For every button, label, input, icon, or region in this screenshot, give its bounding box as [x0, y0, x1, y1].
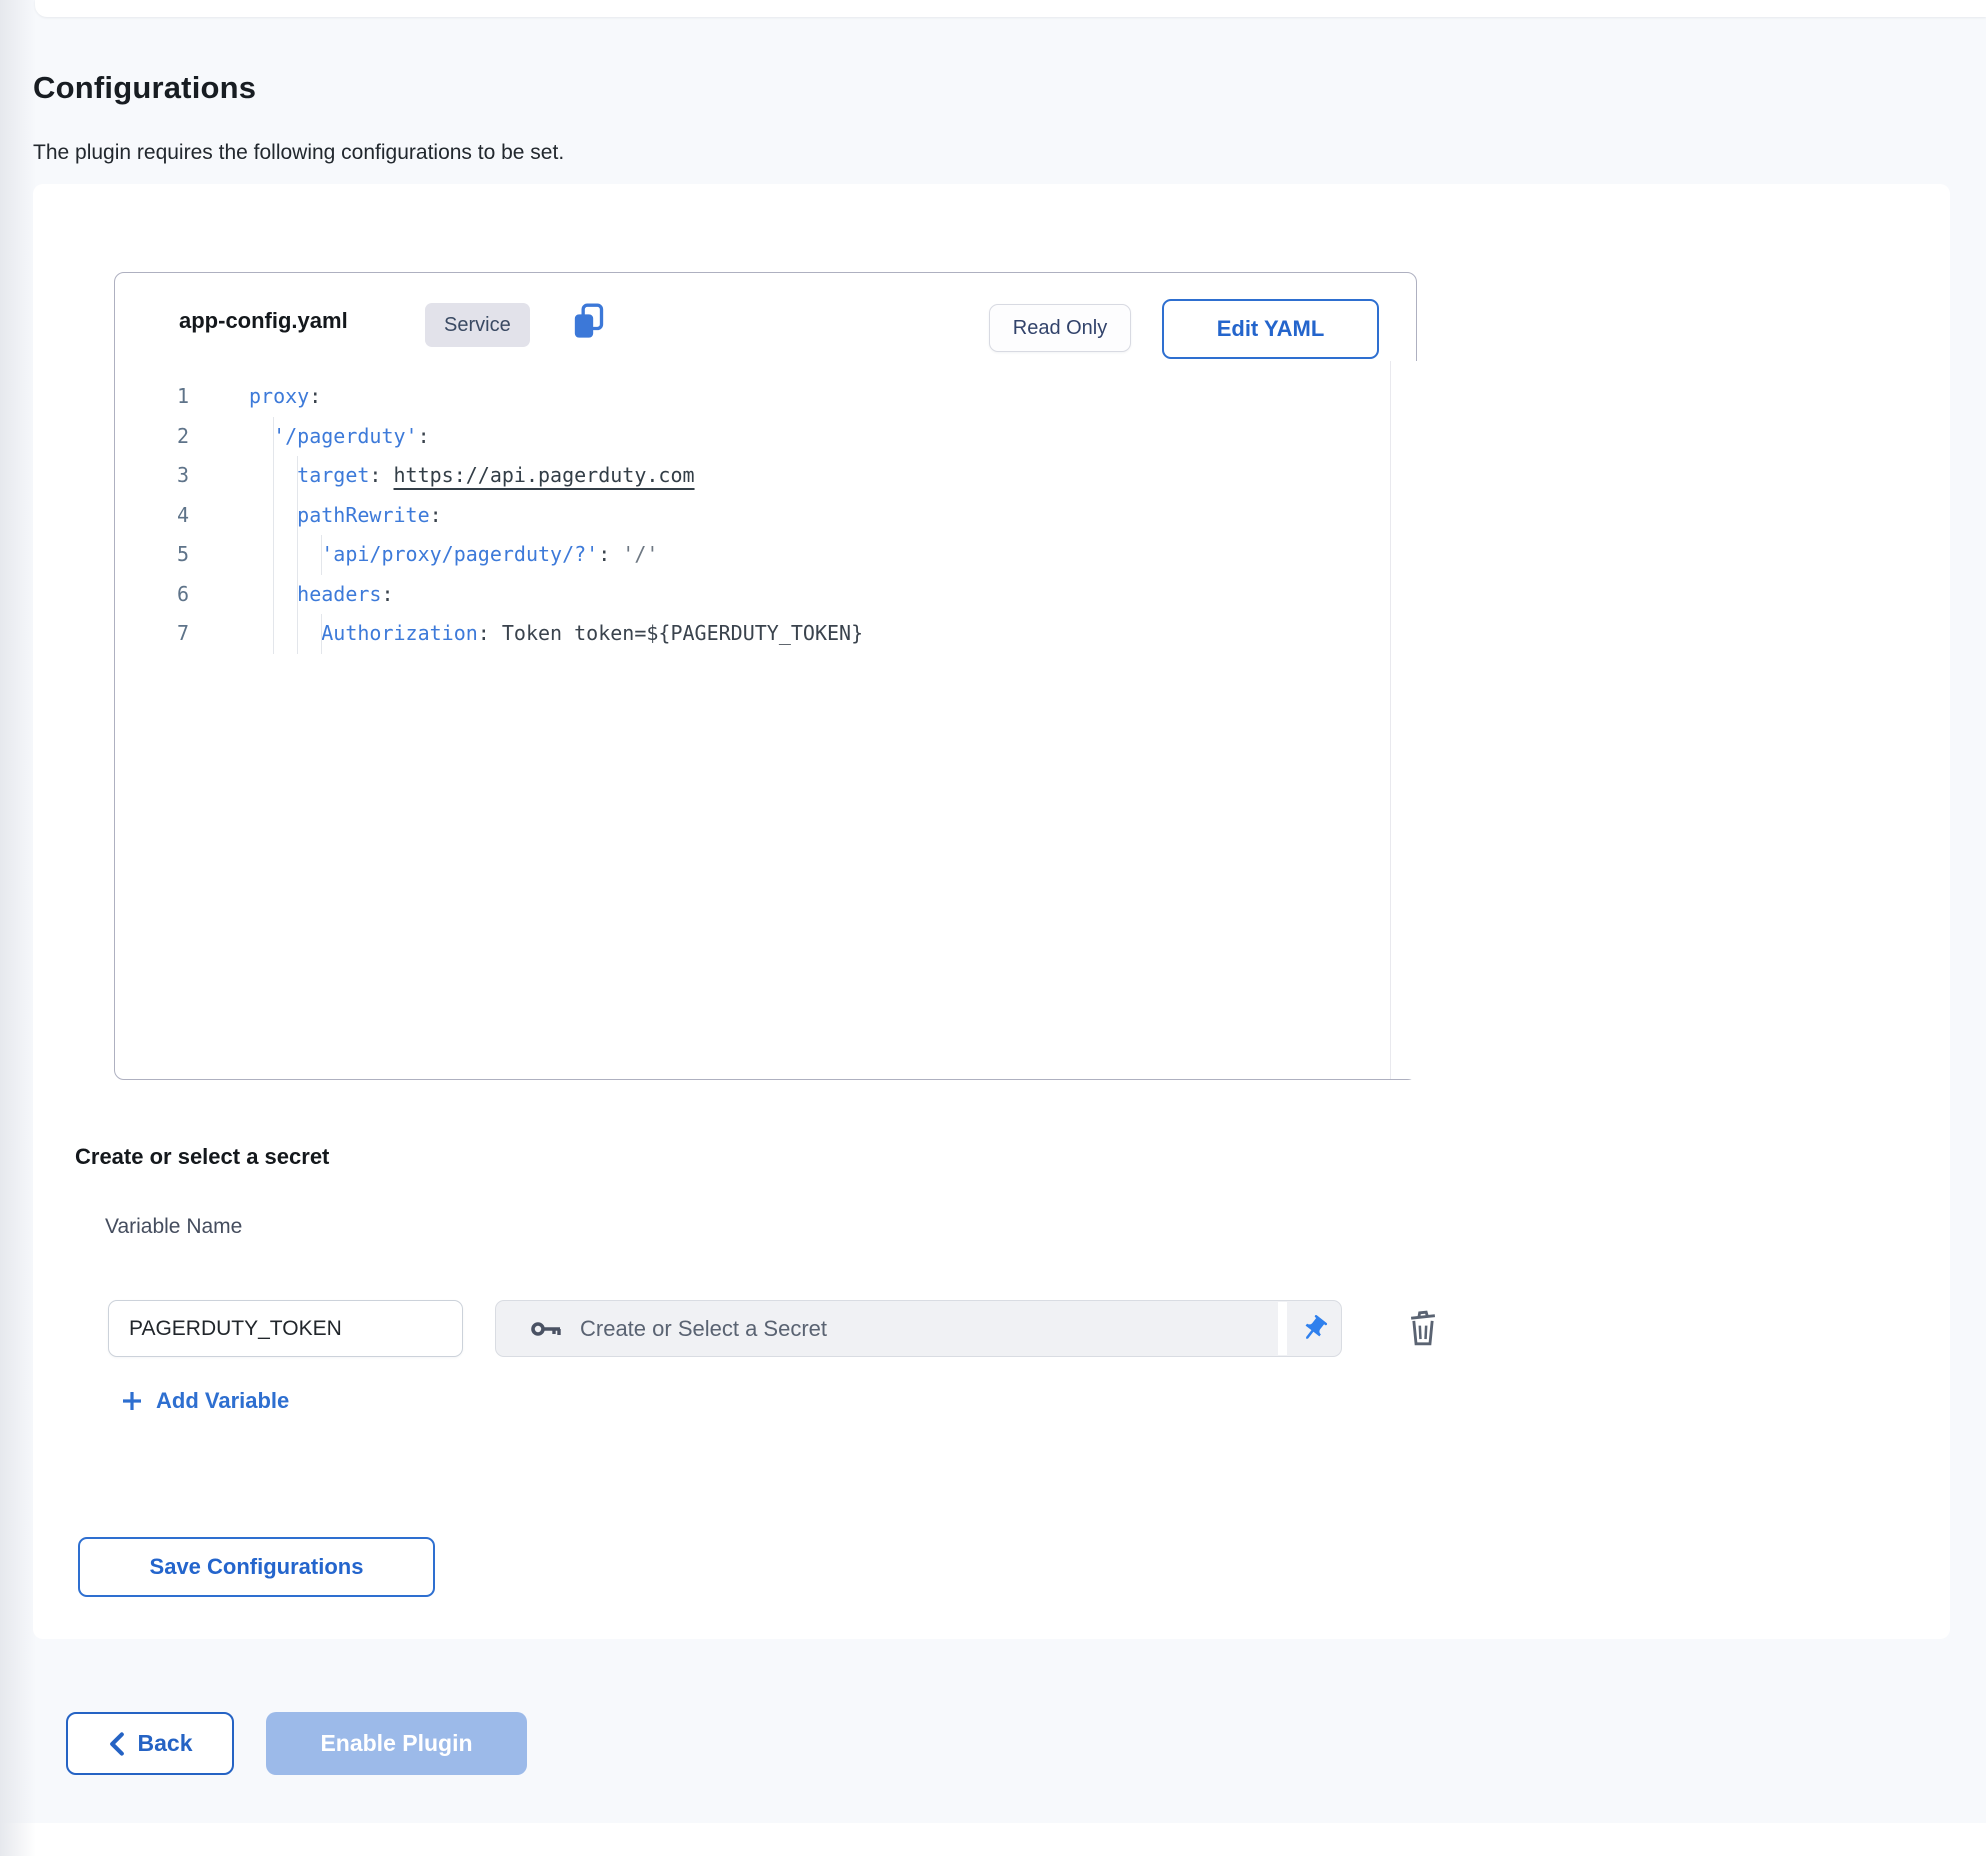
secret-select-placeholder: Create or Select a Secret — [580, 1316, 827, 1342]
secret-select-divider — [1278, 1302, 1287, 1355]
page-subtitle: The plugin requires the following config… — [33, 141, 564, 165]
add-variable-label: Add Variable — [156, 1388, 289, 1414]
code-line: 1proxy: — [115, 377, 1388, 417]
secret-select[interactable]: Create or Select a Secret — [495, 1300, 1342, 1357]
line-number: 4 — [115, 496, 189, 536]
yaml-code-area[interactable]: 1proxy:2 '/pagerduty':3 target: https://… — [115, 377, 1388, 1077]
page-title: Configurations — [33, 70, 256, 106]
line-number: 6 — [115, 575, 189, 615]
footer-background-strip — [0, 1823, 1986, 1856]
line-number: 7 — [115, 614, 189, 654]
back-button-label: Back — [138, 1730, 193, 1757]
code-line: 7 Authorization: Token token=${PAGERDUTY… — [115, 614, 1388, 654]
code-line: 3 target: https://api.pagerduty.com — [115, 456, 1388, 496]
line-number: 2 — [115, 417, 189, 457]
config-filename: app-config.yaml — [179, 308, 348, 334]
configurations-card: app-config.yaml Service Read Only Edit Y… — [33, 184, 1950, 1639]
chevron-left-icon — [108, 1732, 126, 1756]
line-number: 5 — [115, 535, 189, 575]
code-line: 4 pathRewrite: — [115, 496, 1388, 536]
variable-name-input[interactable] — [108, 1300, 463, 1357]
line-number: 3 — [115, 456, 189, 496]
edit-yaml-button[interactable]: Edit YAML — [1162, 299, 1379, 359]
save-configurations-button[interactable]: Save Configurations — [78, 1537, 435, 1597]
line-number: 1 — [115, 377, 189, 417]
yaml-editor-card: app-config.yaml Service Read Only Edit Y… — [114, 272, 1417, 1080]
key-icon — [530, 1316, 564, 1342]
pin-icon[interactable] — [1287, 1301, 1341, 1356]
code-line: 2 '/pagerduty': — [115, 417, 1388, 457]
service-badge: Service — [425, 303, 530, 347]
previous-section-card-edge — [35, 0, 1986, 17]
code-line: 5 'api/proxy/pagerduty/?': '/' — [115, 535, 1388, 575]
enable-plugin-button[interactable]: Enable Plugin — [266, 1712, 527, 1775]
trash-icon[interactable] — [1401, 1306, 1445, 1352]
variable-name-label: Variable Name — [105, 1215, 242, 1239]
plus-icon — [120, 1389, 144, 1413]
secret-section-heading: Create or select a secret — [75, 1144, 329, 1170]
add-variable-button[interactable]: Add Variable — [120, 1384, 289, 1418]
copy-icon[interactable] — [567, 299, 611, 345]
left-edge-shadow — [0, 0, 36, 1856]
read-only-chip: Read Only — [989, 304, 1131, 352]
code-line: 6 headers: — [115, 575, 1388, 615]
editor-scrollbar[interactable] — [1390, 361, 1417, 1079]
back-button[interactable]: Back — [66, 1712, 234, 1775]
